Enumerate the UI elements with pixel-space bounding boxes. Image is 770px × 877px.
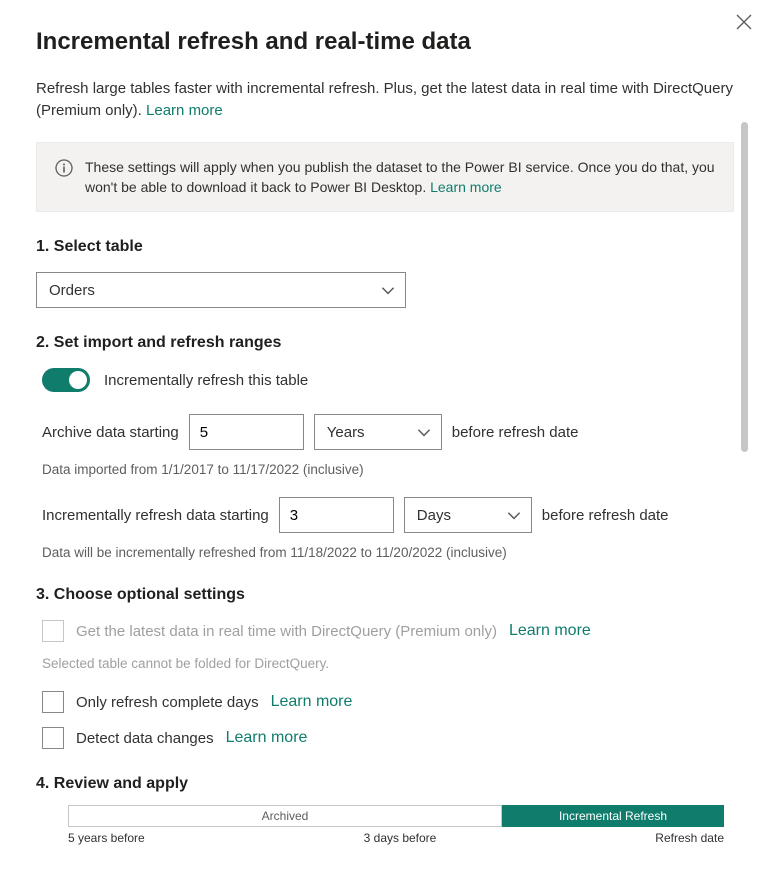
directquery-label: Get the latest data in real time with Di… (76, 623, 497, 640)
banner-text: These settings will apply when you publi… (85, 159, 715, 195)
scrollbar[interactable] (741, 122, 748, 452)
detect-changes-label: Detect data changes (76, 730, 214, 747)
complete-days-label: Only refresh complete days (76, 694, 259, 711)
close-button[interactable] (732, 10, 756, 34)
archive-label-after: before refresh date (452, 424, 579, 441)
chevron-down-icon (379, 281, 397, 299)
dialog-title: Incremental refresh and real-time data (36, 28, 734, 56)
toggle-thumb (69, 371, 87, 389)
chevron-down-icon (505, 506, 523, 524)
detect-changes-checkbox[interactable] (42, 727, 64, 749)
refresh-hint: Data will be incrementally refreshed fro… (36, 545, 734, 560)
archive-label-before: Archive data starting (42, 424, 179, 441)
directquery-checkbox (42, 620, 64, 642)
info-text: These settings will apply when you publi… (85, 157, 715, 198)
dialog-content: Incremental refresh and real-time data R… (0, 0, 770, 845)
complete-days-row: Only refresh complete days Learn more (36, 691, 734, 713)
learn-more-link[interactable]: Learn more (146, 102, 223, 119)
directquery-note: Selected table cannot be folded for Dire… (36, 656, 734, 671)
refresh-unit-select[interactable]: Days (404, 497, 532, 533)
dialog-subtitle: Refresh large tables faster with increme… (36, 78, 734, 122)
timeline-labels: 5 years before 3 days before Refresh dat… (36, 827, 734, 845)
timeline-label-left: 5 years before (68, 831, 145, 845)
table-select[interactable]: Orders (36, 272, 406, 308)
archive-unit-select[interactable]: Years (314, 414, 442, 450)
toggle-label: Incrementally refresh this table (104, 372, 308, 389)
directquery-learn-more[interactable]: Learn more (509, 622, 591, 640)
complete-days-checkbox[interactable] (42, 691, 64, 713)
step1-header: 1. Select table (36, 238, 734, 256)
refresh-label-before: Incrementally refresh data starting (42, 507, 269, 524)
step3-header: 3. Choose optional settings (36, 586, 734, 604)
directquery-row: Get the latest data in real time with Di… (36, 620, 734, 642)
subtitle-text: Refresh large tables faster with increme… (36, 80, 733, 119)
timeline-archived-bar: Archived (68, 805, 502, 827)
toggle-row: Incrementally refresh this table (36, 368, 734, 392)
section-select-table: 1. Select table Orders (36, 238, 734, 308)
close-icon (736, 14, 752, 30)
detect-changes-learn-more[interactable]: Learn more (226, 729, 308, 747)
info-icon (55, 159, 73, 182)
refresh-row: Incrementally refresh data starting Days… (36, 497, 734, 533)
timeline-label-mid: 3 days before (364, 831, 437, 845)
complete-days-learn-more[interactable]: Learn more (271, 693, 353, 711)
timeline-label-right: Refresh date (655, 831, 724, 845)
info-banner: These settings will apply when you publi… (36, 142, 734, 213)
timeline: Archived Incremental Refresh (36, 805, 734, 827)
archive-unit-value: Years (327, 424, 365, 441)
incremental-toggle[interactable] (42, 368, 90, 392)
section-optional: 3. Choose optional settings Get the late… (36, 586, 734, 749)
banner-learn-more-link[interactable]: Learn more (430, 179, 502, 195)
section-review: 4. Review and apply Archived Incremental… (36, 775, 734, 845)
detect-changes-row: Detect data changes Learn more (36, 727, 734, 749)
step2-header: 2. Set import and refresh ranges (36, 334, 734, 352)
archive-row: Archive data starting Years before refre… (36, 414, 734, 450)
step4-header: 4. Review and apply (36, 775, 734, 793)
refresh-value-input[interactable] (279, 497, 394, 533)
archive-hint: Data imported from 1/1/2017 to 11/17/202… (36, 462, 734, 477)
archive-value-input[interactable] (189, 414, 304, 450)
table-select-value: Orders (49, 282, 95, 299)
refresh-label-after: before refresh date (542, 507, 669, 524)
timeline-incremental-bar: Incremental Refresh (502, 805, 724, 827)
section-ranges: 2. Set import and refresh ranges Increme… (36, 334, 734, 560)
refresh-unit-value: Days (417, 507, 451, 524)
chevron-down-icon (415, 423, 433, 441)
